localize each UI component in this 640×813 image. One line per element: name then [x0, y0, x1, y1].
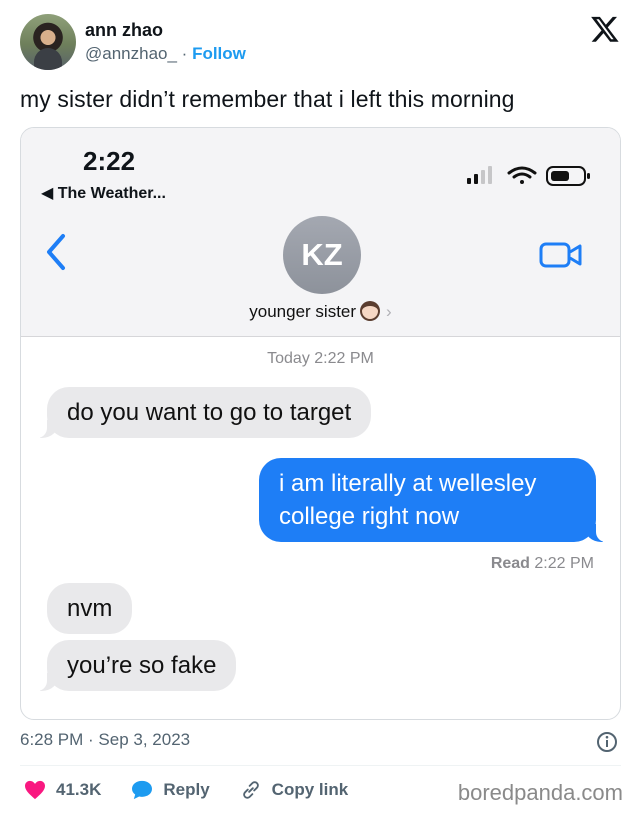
- link-icon: [242, 781, 259, 799]
- tweet-text: my sister didn’t remember that i left th…: [20, 86, 515, 112]
- message-text: i am literally at wellesley college righ…: [279, 470, 537, 530]
- video-camera-icon[interactable]: [539, 241, 583, 269]
- copy-link-label: Copy link: [271, 780, 349, 799]
- author-handle-row: @annzhao_ · Follow: [85, 44, 246, 64]
- read-label: Read: [490, 555, 530, 572]
- contact-name-row[interactable]: younger sister ›: [21, 301, 620, 322]
- reply-button[interactable]: Reply: [131, 780, 210, 800]
- author-handle[interactable]: @annzhao_: [85, 44, 177, 63]
- status-bar-icons: [467, 166, 590, 186]
- like-button[interactable]: 41.3K: [24, 780, 101, 800]
- imessage-header: 2:22 ◀ The Weather... KZ younger sister …: [21, 128, 620, 337]
- tweet-timestamp[interactable]: 6:28 PM · Sep 3, 2023: [20, 730, 190, 750]
- contact-name: younger sister: [249, 302, 357, 321]
- message-text: nvm: [67, 595, 113, 622]
- divider: [20, 765, 621, 766]
- copy-link-button[interactable]: Copy link: [240, 779, 349, 801]
- signal-icon: [467, 166, 492, 184]
- message-bubble-received[interactable]: do you want to go to target: [36, 387, 372, 438]
- heart-icon: [25, 780, 45, 800]
- like-count: 41.3K: [56, 780, 102, 799]
- x-logo-icon[interactable]: [590, 14, 620, 44]
- wifi-icon: [507, 166, 537, 184]
- read-time: 2:22 PM: [534, 555, 594, 572]
- battery-icon: [546, 166, 590, 186]
- embedded-screenshot[interactable]: 2:22 ◀ The Weather... KZ younger sister …: [20, 127, 621, 720]
- watermark: boredpanda.com: [457, 780, 623, 805]
- message-bubble-received[interactable]: nvm: [47, 583, 133, 634]
- reply-label: Reply: [163, 780, 210, 799]
- author-avatar[interactable]: [20, 14, 76, 70]
- follow-button[interactable]: Follow: [192, 44, 246, 63]
- info-icon[interactable]: [596, 731, 618, 753]
- message-bubble-sent[interactable]: i am literally at wellesley college righ…: [259, 458, 606, 542]
- reply-bubble-icon: [132, 780, 153, 800]
- chevron-left-icon[interactable]: [43, 232, 69, 272]
- message-text: you’re so fake: [67, 652, 217, 679]
- message-bubble-received[interactable]: you’re so fake: [36, 640, 237, 691]
- contact-avatar[interactable]: KZ: [283, 216, 361, 294]
- tweet-actions: 41.3K Reply Copy link: [24, 778, 378, 802]
- status-time: 2:22: [83, 146, 136, 176]
- girl-emoji-icon: [360, 301, 381, 321]
- author-name[interactable]: ann zhao: [85, 20, 163, 41]
- separator: ·: [176, 44, 193, 63]
- chevron-right-icon: ›: [386, 302, 392, 321]
- conversation-date: Today 2:22 PM: [267, 350, 374, 367]
- back-to-app-link[interactable]: ◀ The Weather...: [41, 183, 166, 203]
- read-receipt: Read 2:22 PM: [491, 555, 594, 573]
- message-text: do you want to go to target: [67, 399, 352, 426]
